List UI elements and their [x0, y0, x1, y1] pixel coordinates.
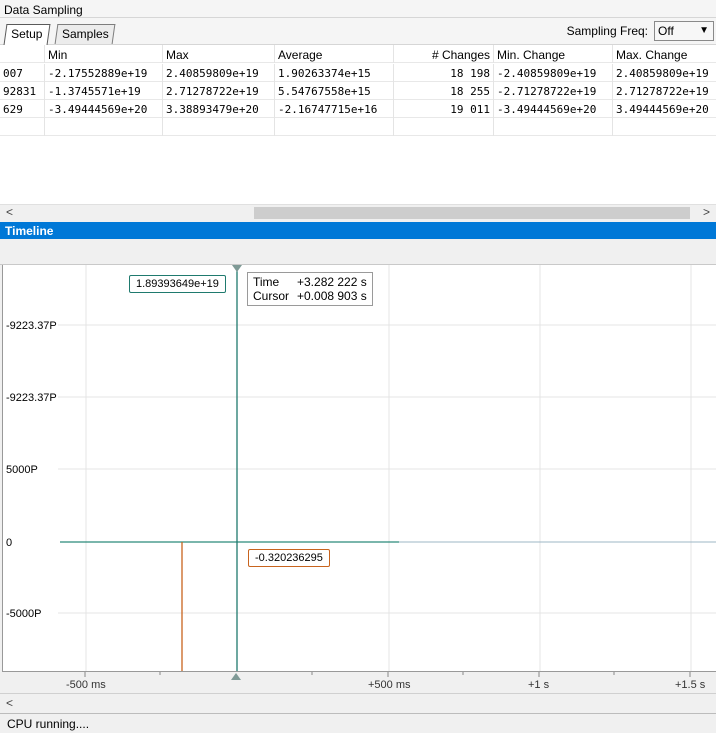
sampling-table: Min Max Average # Changes Min. Change Ma…: [0, 44, 716, 204]
y-axis-label: -9223.37P: [6, 392, 57, 404]
scroll-right-icon[interactable]: >: [703, 205, 710, 219]
table-cell: 007: [0, 64, 45, 82]
cursor-tooltip: Time +3.282 222 s Cursor +0.008 903 s: [247, 272, 373, 306]
panel-title: Data Sampling: [0, 0, 716, 18]
tab-samples[interactable]: Samples: [54, 24, 116, 44]
table-cell: [394, 118, 494, 136]
column-header-min[interactable]: Min: [45, 45, 163, 63]
table-row-empty[interactable]: [0, 118, 716, 136]
table-cell: [45, 118, 163, 136]
y-axis-label: 0: [6, 537, 13, 549]
tooltip-time-label: Time: [253, 275, 280, 289]
x-axis-label: +1 s: [528, 679, 550, 691]
table-horizontal-scrollbar[interactable]: < >: [0, 204, 716, 220]
scrollbar-thumb[interactable]: [254, 207, 690, 219]
table-cell: [275, 118, 394, 136]
table-cell: -2.16747715e+16: [275, 100, 394, 118]
column-header-max-change[interactable]: Max. Change: [613, 45, 716, 63]
column-header-min-change[interactable]: Min. Change: [494, 45, 613, 63]
table-row[interactable]: 007 -2.17552889e+19 2.40859809e+19 1.902…: [0, 64, 716, 82]
tooltip-time-value: +3.282 222 s: [297, 275, 367, 289]
table-cell: -3.49444569e+20: [494, 100, 613, 118]
scroll-left-icon[interactable]: <: [6, 696, 13, 710]
sampling-freq-select[interactable]: Off ▼: [654, 21, 714, 41]
table-cell: 2.71278722e+19: [616, 85, 709, 98]
signal-value-box: -0.320236295: [248, 549, 330, 567]
x-axis-label: +1.5 s: [675, 679, 706, 691]
table-cell: 629: [0, 100, 45, 118]
column-header-average[interactable]: Average: [275, 45, 394, 63]
table-cell: -2.71278722e+19: [494, 82, 613, 100]
timeline-horizontal-scrollbar[interactable]: <: [0, 693, 716, 713]
tab-setup[interactable]: Setup: [3, 24, 51, 45]
table-cell: 92831: [0, 82, 45, 100]
y-axis-label: 5000P: [6, 464, 38, 476]
table-row[interactable]: 92831 -1.3745571e+19 2.71278722e+19 5.54…: [0, 82, 716, 100]
status-bar: CPU running....: [0, 713, 716, 733]
table-cell: [613, 118, 716, 136]
table-cell: -3.49444569e+20: [45, 100, 163, 118]
tooltip-cursor-value: +0.008 903 s: [297, 289, 367, 303]
table-cell: 2.40859809e+19: [163, 64, 275, 82]
column-header-changes[interactable]: # Changes: [394, 45, 494, 63]
table-cell: 18 198: [394, 64, 494, 82]
column-header-max[interactable]: Max: [163, 45, 275, 63]
table-cell: 3.49444569e+20: [616, 103, 709, 116]
column-header[interactable]: [0, 45, 45, 63]
y-axis-label: -9223.37P: [6, 320, 57, 332]
tooltip-cursor-label: Cursor: [253, 289, 290, 303]
scroll-left-icon[interactable]: <: [6, 205, 13, 219]
sampling-freq-label: Sampling Freq:: [566, 24, 648, 38]
time-axis: -500 ms +500 ms +1 s +1.5 s: [2, 671, 716, 693]
table-header-row: Min Max Average # Changes Min. Change Ma…: [0, 45, 716, 63]
table-cell: 5.54767558e+15: [275, 82, 394, 100]
table-cell: -1.3745571e+19: [45, 82, 163, 100]
timeline-canvas: [58, 265, 716, 671]
timeline-toolbar: [0, 239, 716, 265]
x-axis-label: +500 ms: [368, 679, 411, 691]
x-axis-label: -500 ms: [66, 679, 106, 691]
table-cell: [163, 118, 275, 136]
timeline-plot[interactable]: -9223.37P -9223.37P 5000P 0 -5000P 1.893…: [2, 265, 716, 671]
table-cell: 18 255: [394, 82, 494, 100]
table-cell: 1.90263374e+15: [275, 64, 394, 82]
table-cell: [0, 118, 45, 136]
table-cell: 3.38893479e+20: [163, 100, 275, 118]
chevron-down-icon: ▼: [699, 25, 709, 36]
table-cell: [494, 118, 613, 136]
y-axis-label: -5000P: [6, 608, 42, 620]
table-cell: -2.40859809e+19: [494, 64, 613, 82]
time-axis-ticks: [84, 672, 691, 680]
table-cell: 19 011: [394, 100, 494, 118]
cursor-value-box: 1.89393649e+19: [129, 275, 226, 293]
cursor-bottom-marker: [231, 673, 241, 680]
table-cell: 2.40859809e+19: [616, 67, 709, 80]
sampling-freq-value: Off: [658, 24, 674, 38]
status-text: CPU running....: [7, 717, 90, 731]
table-cell: 2.71278722e+19: [163, 82, 275, 100]
timeline-title: Timeline: [0, 222, 716, 239]
table-cell: -2.17552889e+19: [45, 64, 163, 82]
cursor-top-marker: [232, 265, 242, 272]
table-row[interactable]: 629 -3.49444569e+20 3.38893479e+20 -2.16…: [0, 100, 716, 118]
